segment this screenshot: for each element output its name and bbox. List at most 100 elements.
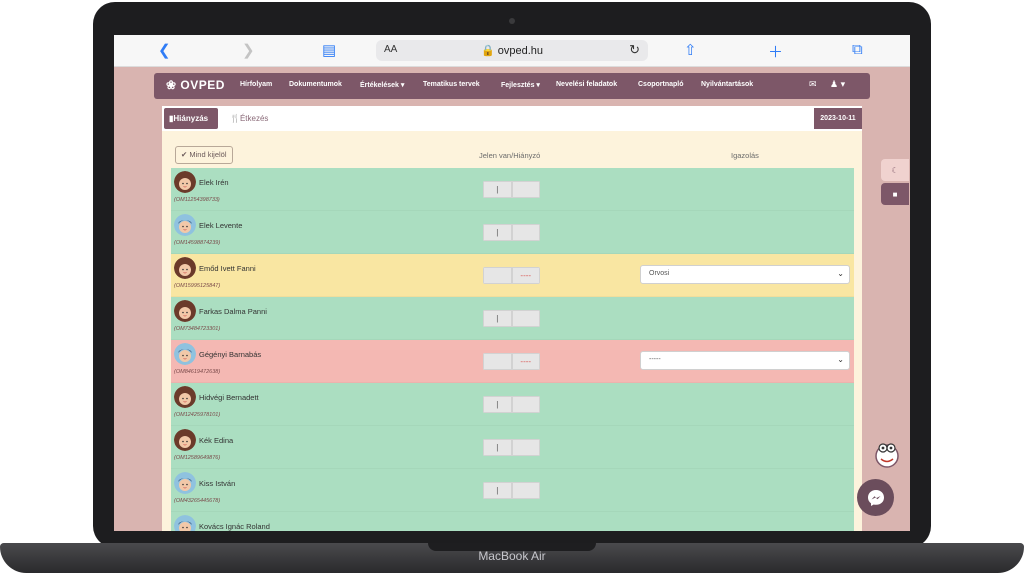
tabs-overview-icon[interactable]: ⧉ [852,41,863,58]
back-icon[interactable]: ❮ [158,41,171,59]
presence-toggle[interactable]: | [483,482,540,499]
nav-dokumentumok[interactable]: Dokumentumok [289,81,342,88]
logo[interactable]: ❀ OVPED [166,78,225,92]
student-om: (OM15995125847) [174,283,221,289]
nav-tematikus-tervek[interactable]: Tematikus tervek [423,81,480,88]
student-name: Kék Edina [199,436,234,445]
present-option[interactable]: | [483,224,512,241]
tab-meals[interactable]: 🍴Étkezés [230,114,268,123]
tab-absence-label: Hiányzás [173,114,209,123]
student-om: (OM12589649876) [174,455,221,461]
presence-toggle[interactable]: | [483,439,540,456]
cutlery-icon: 🍴 [230,114,240,123]
nav-fejlesztes[interactable]: Fejlesztés ▾ [501,81,540,89]
new-tab-icon[interactable]: ＋ [768,41,783,62]
present-option[interactable]: | [483,396,512,413]
header-presence: Jelen van/Hiányzó [479,151,541,160]
present-option[interactable]: | [483,439,512,456]
avatar-male [174,472,196,494]
absent-option[interactable] [511,482,540,499]
header-excuse: Igazolás [731,151,759,160]
logo-icon: ❀ [166,78,177,92]
presence-toggle[interactable]: | [483,224,540,241]
mascot-icon[interactable] [870,437,904,471]
avatar-female [174,257,196,279]
presence-toggle[interactable]: | [483,310,540,327]
presence-toggle[interactable]: ---- [483,267,540,284]
absent-option[interactable] [511,439,540,456]
mail-icon[interactable]: ✉ [809,79,817,90]
presence-toggle[interactable]: ---- [483,353,540,370]
chevron-down-icon: ▾ [536,82,540,89]
student-name: Hidvégi Bernadett [199,393,259,402]
attendance-card: ▮Hiányzás 🍴Étkezés 2023-10-11 ✔ Mind kij… [162,106,862,531]
table-row: Farkas Dalma Panni (OM73484723301) | [171,297,854,340]
nav-hirfolyam[interactable]: Hírfolyam [240,81,272,88]
presence-toggle[interactable]: | [483,181,540,198]
tab-absence[interactable]: ▮Hiányzás [164,108,218,129]
date-badge[interactable]: 2023-10-11 [814,108,862,129]
absent-option[interactable]: ---- [511,353,540,370]
select-all-label: Mind kijelöl [189,150,227,159]
app-navbar: ❀ OVPED Hírfolyam Dokumentumok Értékelés… [154,73,870,99]
chevron-down-icon: ⌄ [837,269,844,278]
excuse-select[interactable]: ----- ⌄ [640,351,850,370]
absent-option[interactable] [511,181,540,198]
avatar-female [174,171,196,193]
screen: ❮ ❯ ▤ AA 🔒 ovped.hu ↻ ⇧ ＋ ⧉ ❀ OVPED Hírf… [114,35,910,531]
lock-icon: 🔒 [480,45,498,57]
student-name: Elek Irén [199,178,229,187]
forward-icon[interactable]: ❯ [242,41,255,59]
url-text: 🔒 ovped.hu [376,44,648,57]
student-name: Kiss István [199,479,236,488]
avatar-female [174,429,196,451]
tab-strip: ▮Hiányzás 🍴Étkezés 2023-10-11 [162,106,862,131]
night-mode-icon[interactable]: ☾ [881,159,909,181]
excuse-select[interactable]: Orvosi ⌄ [640,265,850,284]
present-option[interactable]: | [483,310,512,327]
student-name: Elek Levente [199,221,243,230]
absent-option[interactable] [511,224,540,241]
bookmarks-icon[interactable]: ▤ [322,41,336,59]
share-icon[interactable]: ⇧ [684,41,697,59]
nav-ertekelesek-label: Értékelések [360,82,399,89]
present-option[interactable]: | [483,482,512,499]
nav-nyilvantartasok[interactable]: Nyilvántartások [701,81,753,88]
table-row: Elek Levente (OM14598874239) | [171,211,854,254]
student-om: (OM43265445678) [174,498,221,504]
camera-icon [509,18,515,24]
present-option[interactable] [483,267,512,284]
avatar-male [174,214,196,236]
student-name: Kovács Ignác Roland [199,522,270,531]
table-row: Emőd Ivett Fanni (OM15995125847) ---- Or… [171,254,854,297]
nav-csoportnaplo[interactable]: Csoportnapló [638,81,684,88]
reload-icon[interactable]: ↻ [629,42,640,58]
presence-toggle[interactable]: | [483,396,540,413]
avatar-female [174,386,196,408]
select-all-button[interactable]: ✔ Mind kijelöl [175,146,233,164]
table-row: Kovács Ignác Roland [171,512,854,531]
check-circle-icon: ✔ [181,150,188,159]
absent-option[interactable] [511,396,540,413]
student-list: Elek Irén (OM11254398733) | Elek Levente… [171,168,854,531]
user-icon[interactable]: ♟ ▾ [830,79,845,90]
avatar-male [174,515,196,531]
present-option[interactable] [483,353,512,370]
student-name: Farkas Dalma Panni [199,307,267,316]
url-bar[interactable]: AA 🔒 ovped.hu ↻ [376,40,648,61]
student-name: Gégényi Barnabás [199,350,262,359]
student-om: (OM14598874239) [174,240,221,246]
table-row: Kék Edina (OM12589649876) | [171,426,854,469]
absent-option[interactable] [511,310,540,327]
chat-icon[interactable]: ■ [881,183,909,205]
laptop-base: MacBook Air [0,543,1024,573]
nav-fejlesztes-label: Fejlesztés [501,82,535,89]
messenger-icon[interactable] [857,479,894,516]
absent-option[interactable]: ---- [511,267,540,284]
present-option[interactable]: | [483,181,512,198]
excuse-value: ----- [649,356,661,363]
nav-nevelesi-feladatok[interactable]: Nevelési feladatok [556,81,617,88]
chevron-down-icon: ▾ [400,82,405,89]
avatar-male [174,343,196,365]
nav-ertekelesek[interactable]: Értékelések ▾ [360,81,404,89]
